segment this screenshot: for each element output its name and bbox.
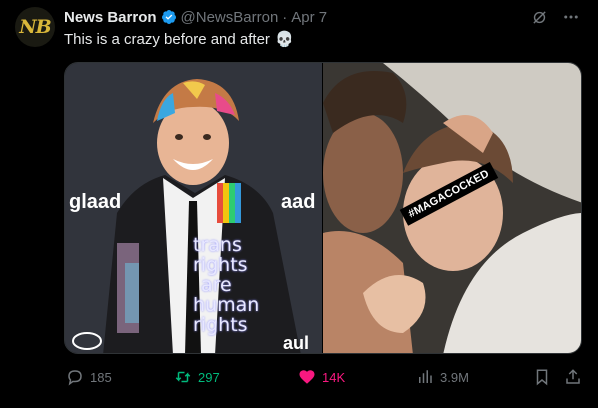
- top-icons: [530, 8, 580, 26]
- tweet-date[interactable]: Apr 7: [291, 9, 327, 26]
- retweet-icon: [175, 371, 191, 383]
- backdrop-glaad-right: aad: [281, 191, 316, 213]
- jacket-word-2: rights: [193, 254, 248, 276]
- reply-count: 185: [90, 369, 112, 385]
- verified-badge-icon: [161, 10, 176, 24]
- after-photo-illustration: [322, 63, 581, 353]
- jacket-text: trans rights are human rights: [193, 235, 259, 335]
- reply-button[interactable]: 185: [66, 368, 112, 386]
- separator-dot: ·: [282, 8, 288, 26]
- grok-icon[interactable]: [530, 8, 548, 26]
- jacket-word-4: human: [193, 294, 260, 316]
- avatar[interactable]: NB: [15, 7, 55, 47]
- more-options-icon[interactable]: [562, 8, 580, 26]
- action-bar: 185 297 14K 3.9M: [64, 364, 582, 388]
- tweet-media[interactable]: glaad aad aul trans rights are human rig…: [64, 62, 582, 354]
- like-count: 14K: [322, 369, 346, 385]
- bookmark-button[interactable]: [533, 368, 551, 386]
- tweet-header: News Barron @NewsBarron · Apr 7: [64, 7, 327, 27]
- jacket-word-1: trans: [193, 234, 242, 256]
- like-button[interactable]: 14K: [298, 368, 345, 386]
- view-count: 3.9M: [440, 369, 469, 385]
- reply-icon: [68, 370, 82, 386]
- media-image-after[interactable]: #MAGACOCKED: [322, 63, 581, 353]
- heart-icon: [299, 370, 315, 384]
- jacket-word-3: are: [201, 274, 232, 296]
- tweet[interactable]: NB News Barron @NewsBarron · Apr 7 This …: [0, 0, 598, 408]
- media-image-before[interactable]: glaad aad aul trans rights are human rig…: [65, 63, 322, 353]
- retweet-count: 297: [198, 369, 220, 385]
- share-button[interactable]: [564, 368, 582, 386]
- backdrop-glaad-left: glaad: [69, 191, 122, 213]
- retweet-button[interactable]: 297: [174, 368, 220, 386]
- views-button[interactable]: 3.9M: [416, 368, 469, 386]
- author-name[interactable]: News Barron: [64, 9, 157, 26]
- share-icon: [566, 369, 580, 384]
- backdrop-bottom-text: aul: [283, 333, 310, 353]
- views-chart-icon: [419, 370, 432, 383]
- jacket-word-5: rights: [193, 314, 248, 336]
- author-handle[interactable]: @NewsBarron: [181, 9, 279, 26]
- skull-emoji: 💀: [274, 31, 294, 48]
- bookmark-icon: [536, 369, 548, 386]
- tweet-text: This is a crazy before and after 💀: [64, 30, 294, 49]
- tweet-body: This is a crazy before and after: [64, 30, 270, 48]
- avatar-initials: NB: [19, 16, 51, 38]
